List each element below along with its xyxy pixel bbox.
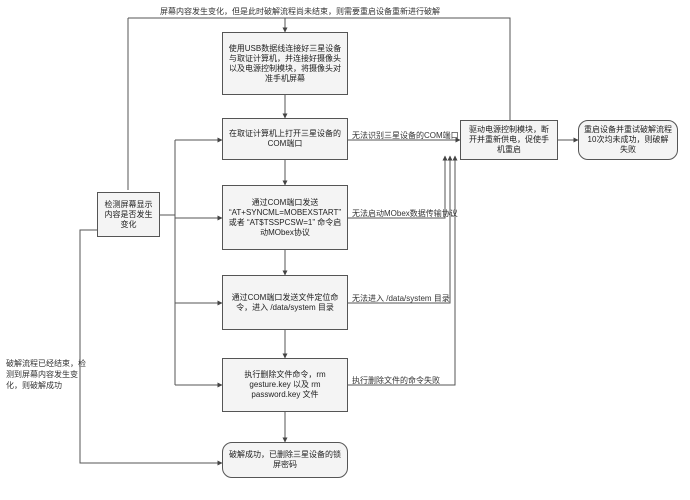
label-rm-fail: 执行删除文件的命令失败 bbox=[352, 375, 440, 386]
label-cd-fail: 无法进入 /data/system 目录 bbox=[352, 293, 450, 304]
node-text: 在取证计算机上打开三星设备的COM端口 bbox=[228, 129, 342, 149]
node-text: 重启设备并重试破解流程10次均未成功，则破解失败 bbox=[584, 125, 672, 155]
node-retry-fail: 重启设备并重试破解流程10次均未成功，则破解失败 bbox=[578, 120, 678, 160]
node-power-cycle: 驱动电源控制模块，断开并重新供电，促使手机重启 bbox=[460, 120, 558, 160]
label-mobex-fail: 无法启动MObex数据传输协议 bbox=[352, 208, 458, 219]
label-top-loop: 屏幕内容发生变化，但是此时破解流程尚未结束，则需要重启设备重新进行破解 bbox=[160, 6, 440, 17]
node-usb-setup: 使用USB数据线连接好三星设备与取证计算机，并连接好摄像头以及电源控制模块，将摄… bbox=[222, 32, 348, 95]
label-success-path: 破解流程已经结束，检测到屏幕内容发生变化，则破解成功 bbox=[6, 358, 91, 391]
node-cd-data-system: 通过COM端口发送文件定位命令，进入 /data/system 目录 bbox=[222, 275, 348, 330]
node-text: 通过COM端口发送文件定位命令，进入 /data/system 目录 bbox=[228, 293, 342, 313]
node-check-screen: 检测屏幕显示内容是否发生变化 bbox=[97, 192, 160, 237]
node-success: 破解成功，已删除三星设备的锁屏密码 bbox=[222, 442, 348, 478]
node-text: 使用USB数据线连接好三星设备与取证计算机，并连接好摄像头以及电源控制模块，将摄… bbox=[228, 44, 342, 84]
node-text: 通过COM端口发送 “AT+SYNCML=MOBEXSTART” 或者 “AT$… bbox=[228, 198, 342, 238]
node-text: 检测屏幕显示内容是否发生变化 bbox=[103, 200, 154, 230]
node-start-mobex: 通过COM端口发送 “AT+SYNCML=MOBEXSTART” 或者 “AT$… bbox=[222, 185, 348, 250]
node-rm-keys: 执行删除文件命令，rm gesture.key 以及 rm password.k… bbox=[222, 358, 348, 412]
node-open-com: 在取证计算机上打开三星设备的COM端口 bbox=[222, 118, 348, 160]
node-text: 执行删除文件命令，rm gesture.key 以及 rm password.k… bbox=[228, 370, 342, 400]
node-text: 破解成功，已删除三星设备的锁屏密码 bbox=[228, 450, 342, 470]
label-com-fail: 无法识别三星设备的COM端口 bbox=[352, 130, 459, 141]
node-text: 驱动电源控制模块，断开并重新供电，促使手机重启 bbox=[466, 125, 552, 155]
